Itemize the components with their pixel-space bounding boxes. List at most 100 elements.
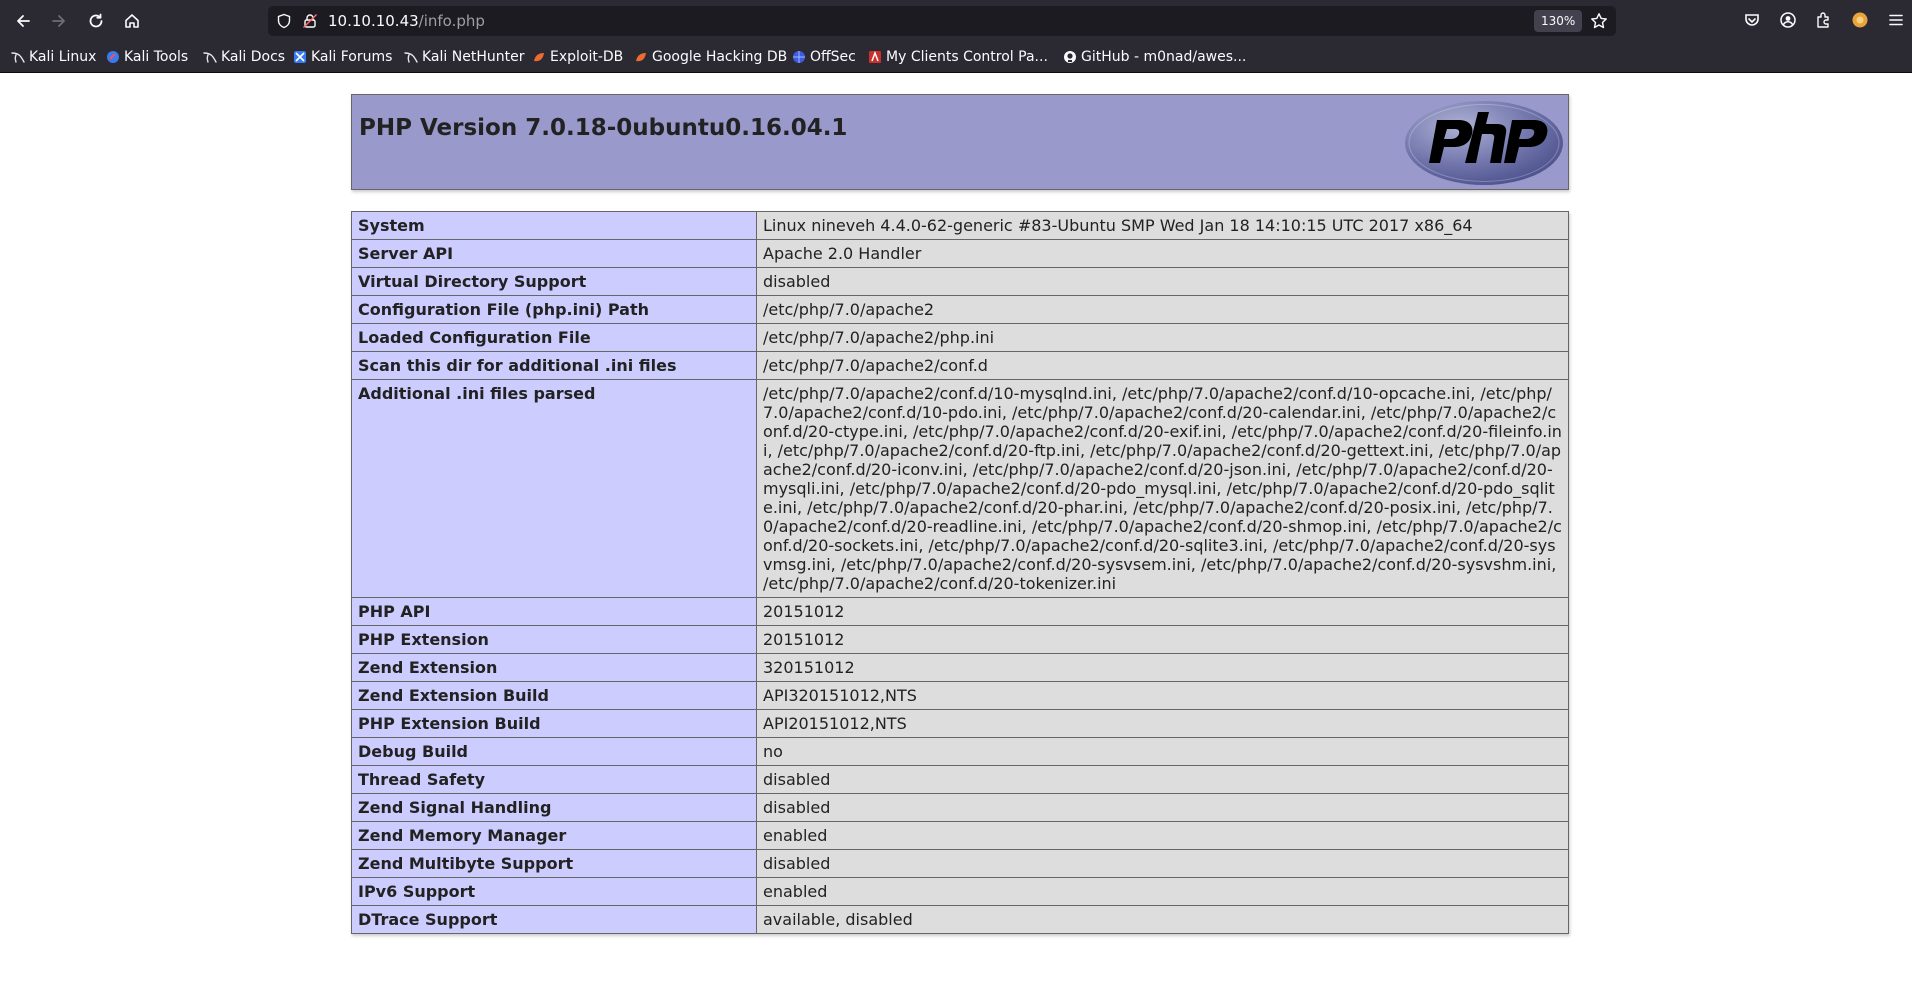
setting-name: Debug Build <box>351 737 757 766</box>
page-content: PHP Version 7.0.18-0ubuntu0.16.04.1 Syst… <box>0 73 1912 989</box>
setting-value: disabled <box>756 765 1569 794</box>
setting-value: /etc/php/7.0/apache2/conf.d/10-mysqlnd.i… <box>756 379 1569 598</box>
insecure-lock-icon[interactable] <box>302 13 318 29</box>
extension-badge-icon[interactable] <box>1851 11 1869 29</box>
php-info-table-body: System Linux nineveh 4.4.0-62-generic #83… <box>351 211 1569 934</box>
bookmark-kali-docs[interactable]: Kali Docs <box>203 47 285 67</box>
setting-value: /etc/php/7.0/apache2/php.ini <box>756 323 1569 352</box>
setting-name: PHP API <box>351 597 757 626</box>
bookmark-github[interactable]: GitHub - m0nad/awes... <box>1063 47 1246 67</box>
setting-value: Linux nineveh 4.4.0-62-generic #83-Ubunt… <box>756 211 1569 240</box>
exploit-db-icon <box>636 53 646 62</box>
table-row: Loaded Configuration File/etc/php/7.0/ap… <box>351 323 1569 352</box>
setting-name: Virtual Directory Support <box>351 267 757 296</box>
arrow-left-icon <box>17 15 30 27</box>
setting-value: 320151012 <box>756 653 1569 682</box>
setting-name: Zend Extension Build <box>351 681 757 710</box>
table-row: Thread Safety disabled <box>351 765 1569 794</box>
table-row: DTrace Support available, disabled <box>351 905 1569 934</box>
bookmark-label: Kali Docs <box>221 49 286 65</box>
setting-value: disabled <box>756 793 1569 822</box>
bookmark-label: Kali NetHunter <box>422 49 525 65</box>
home-button[interactable] <box>119 8 145 34</box>
setting-value: 20151012 <box>756 597 1569 626</box>
setting-name: Additional .ini files parsed <box>351 379 757 598</box>
table-row: PHP API 20151012 <box>351 597 1569 626</box>
bookmark-exploit-db[interactable]: Exploit-DB <box>532 47 623 67</box>
setting-name: Configuration File (php.ini) Path <box>351 295 757 324</box>
bookmark-kali-nethunter[interactable]: Kali NetHunter <box>404 47 524 67</box>
url-host: 10.10.10.43 <box>328 12 419 30</box>
setting-name: Zend Memory Manager <box>351 821 757 850</box>
php-info-table: System Linux nineveh 4.4.0-62-generic #83… <box>351 211 1569 934</box>
kali-forums-icon <box>294 51 306 63</box>
browser-chrome: 10.10.10.43/info.php 130% Kali Linux Kal… <box>0 0 1912 73</box>
setting-name: PHP Extension Build <box>351 709 757 738</box>
table-row: Zend Memory Manager enabled <box>351 821 1569 850</box>
table-row: Zend Signal Handling disabled <box>351 793 1569 822</box>
page-title: PHP Version 7.0.18-0ubuntu0.16.04.1 <box>359 115 848 141</box>
bookmark-google-hacking-db[interactable]: Google Hacking DB <box>634 47 787 67</box>
bookmark-kali-forums[interactable]: Kali Forums <box>293 47 392 67</box>
bookmarks-toolbar: Kali Linux Kali Tools Kali Docs Kali For… <box>0 42 1912 73</box>
setting-name: Zend Multibyte Support <box>351 849 757 878</box>
setting-value: available, disabled <box>756 905 1569 934</box>
setting-value: no <box>756 737 1569 766</box>
reload-icon <box>89 13 103 28</box>
table-row: Virtual Directory Support disabled <box>351 267 1569 296</box>
bookmark-label: Kali Tools <box>124 49 189 65</box>
table-row: Additional .ini files parsed/etc/php/7.0… <box>351 379 1569 598</box>
table-row: System Linux nineveh 4.4.0-62-generic #83… <box>351 211 1569 240</box>
setting-value: disabled <box>756 849 1569 878</box>
table-row: Zend Extension Build API320151012,NTS <box>351 681 1569 710</box>
setting-name: Zend Extension <box>351 653 757 682</box>
bookmark-label: GitHub - m0nad/awes... <box>1081 49 1247 65</box>
hamburger-menu-icon[interactable] <box>1887 11 1905 29</box>
bookmark-kali-linux[interactable]: Kali Linux <box>11 47 96 67</box>
table-row: IPv6 Support enabled <box>351 877 1569 906</box>
bookmark-kali-tools[interactable]: Kali Tools <box>106 47 188 67</box>
account-icon[interactable] <box>1779 11 1797 29</box>
php-logo-icon[interactable] <box>1404 100 1564 186</box>
navigation-toolbar: 10.10.10.43/info.php 130% <box>0 0 1912 42</box>
arrow-right-icon <box>52 15 65 27</box>
setting-value: enabled <box>756 821 1569 850</box>
bookmark-my-clients-control-panel[interactable]: My Clients Control Pa... <box>868 47 1048 67</box>
bookmark-label: Google Hacking DB <box>652 49 788 65</box>
bookmark-label: My Clients Control Pa... <box>886 49 1048 65</box>
url-path: /info.php <box>418 12 485 30</box>
setting-value: enabled <box>756 877 1569 906</box>
setting-value: Apache 2.0 Handler <box>756 239 1569 268</box>
kali-dragon-icon <box>203 52 217 63</box>
bookmark-label: Exploit-DB <box>550 49 624 65</box>
reload-button[interactable] <box>83 8 109 34</box>
home-icon <box>125 14 139 28</box>
setting-name: Scan this dir for additional .ini files <box>351 351 757 380</box>
table-row: PHP Extension 20151012 <box>351 625 1569 654</box>
exploit-db-icon <box>534 53 544 62</box>
setting-name: Zend Signal Handling <box>351 793 757 822</box>
back-button[interactable] <box>10 8 36 34</box>
setting-value: /etc/php/7.0/apache2 <box>756 295 1569 324</box>
setting-value: API320151012,NTS <box>756 681 1569 710</box>
address-bar[interactable]: 10.10.10.43/info.php 130% <box>268 6 1616 36</box>
setting-value: disabled <box>756 267 1569 296</box>
zoom-level-button[interactable]: 130% <box>1534 10 1583 32</box>
table-row: Zend Extension 320151012 <box>351 653 1569 682</box>
pocket-icon[interactable] <box>1743 11 1761 29</box>
setting-name: PHP Extension <box>351 625 757 654</box>
table-row: Configuration File (php.ini) Path/etc/ph… <box>351 295 1569 324</box>
kali-tools-icon <box>107 51 119 63</box>
forward-button[interactable] <box>46 8 72 34</box>
bookmark-offsec[interactable]: OffSec <box>792 47 856 67</box>
setting-name: DTrace Support <box>351 905 757 934</box>
php-version-header: PHP Version 7.0.18-0ubuntu0.16.04.1 <box>351 94 1569 190</box>
url-text[interactable]: 10.10.10.43/info.php <box>328 12 485 30</box>
setting-name: System <box>351 211 757 240</box>
bookmark-star-icon[interactable] <box>1590 12 1608 30</box>
extensions-icon[interactable] <box>1815 11 1833 29</box>
offsec-icon <box>793 51 805 63</box>
shield-icon[interactable] <box>276 13 292 29</box>
table-row: Server API Apache 2.0 Handler <box>351 239 1569 268</box>
table-row: Debug Build no <box>351 737 1569 766</box>
